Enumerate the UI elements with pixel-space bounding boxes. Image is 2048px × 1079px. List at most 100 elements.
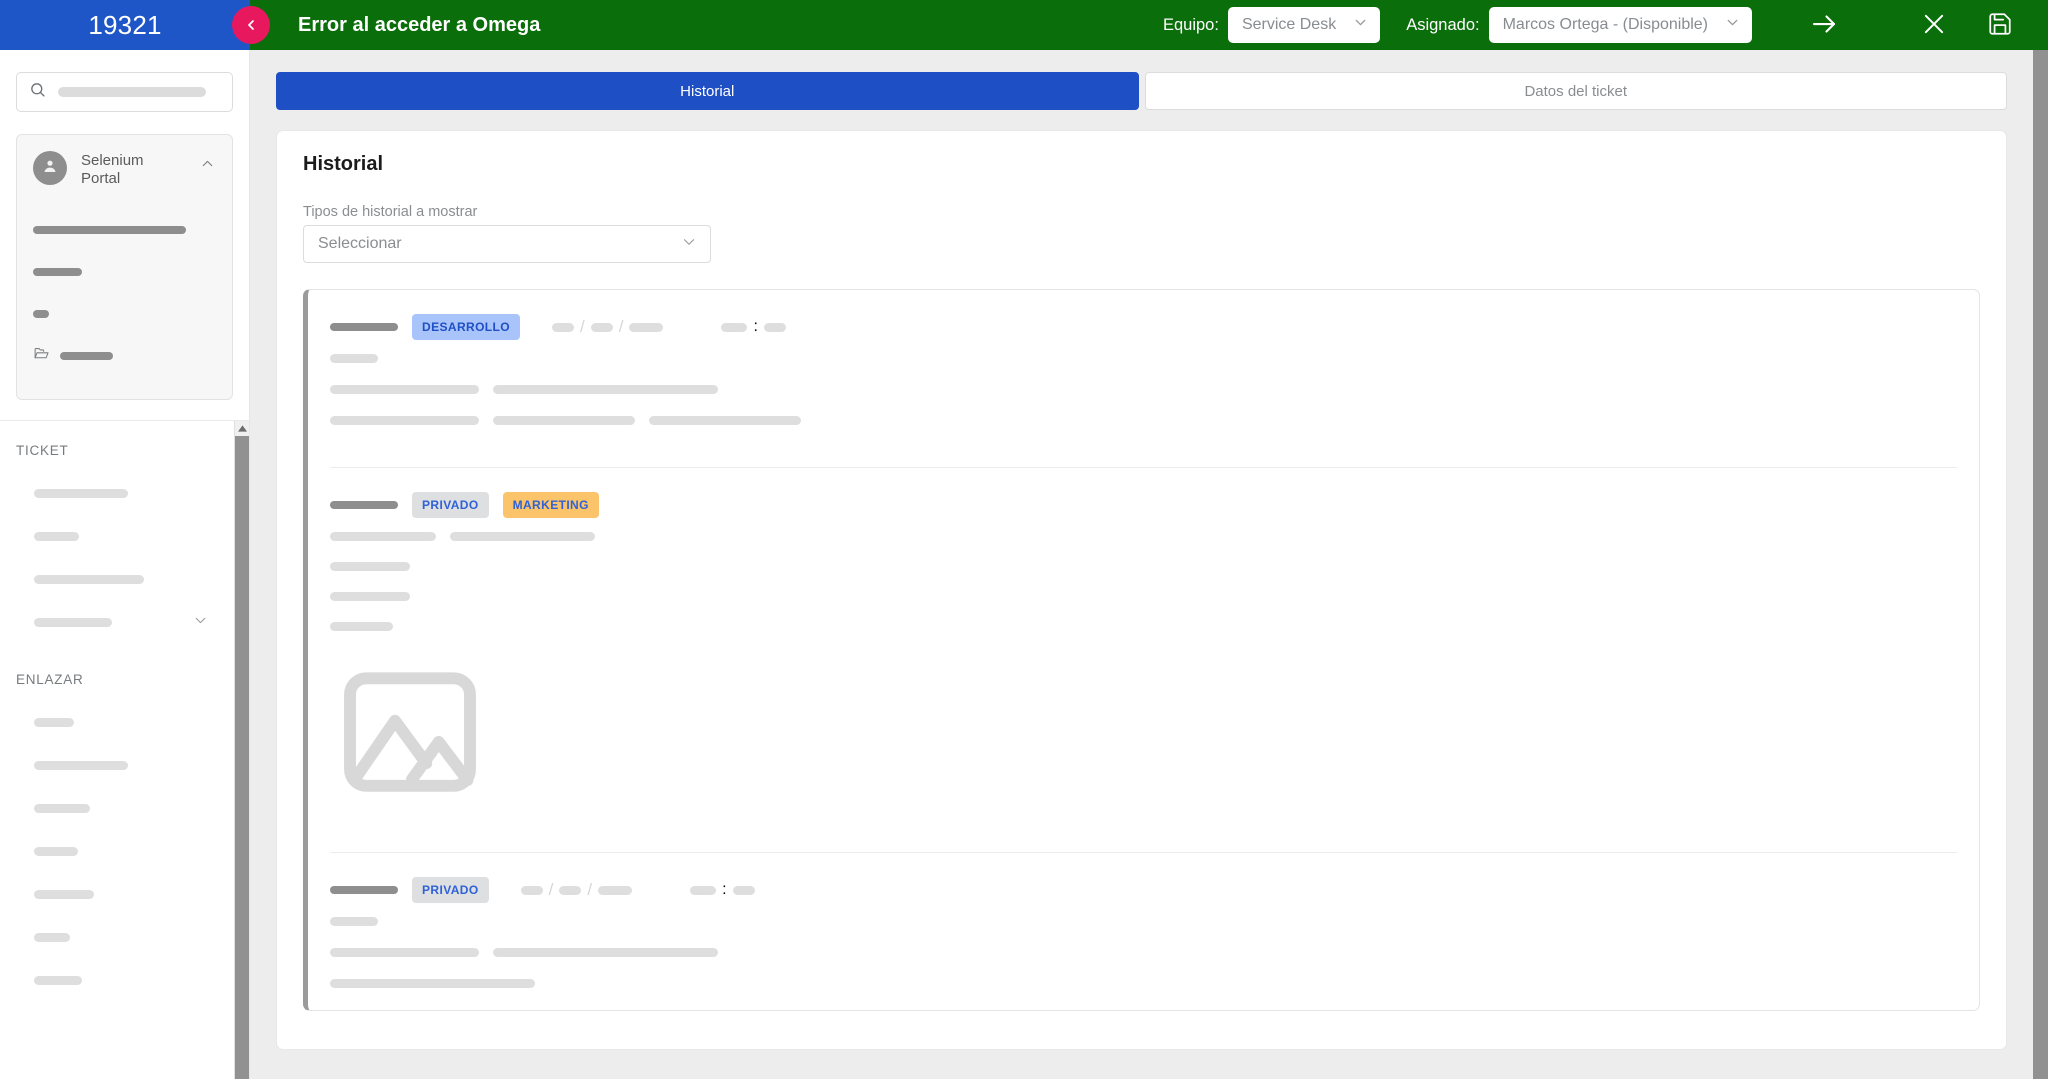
ticket-field-1-skeleton (34, 489, 128, 499)
assigned-label: Asignado: (1406, 15, 1480, 34)
portal-row-3-skeleton (33, 310, 49, 319)
avatar (33, 151, 67, 185)
history-entry-2-body-line-3 (330, 592, 1957, 601)
chevron-down-icon[interactable] (192, 612, 209, 634)
history-entry-1-body-line-1 (330, 385, 1957, 394)
chevron-down-icon (1352, 14, 1369, 36)
chevron-up-icon (199, 160, 216, 175)
portal-row-folder[interactable] (33, 335, 216, 377)
search-placeholder-skeleton (58, 87, 206, 97)
history-entry-1-subline (330, 354, 1957, 363)
close-button[interactable] (1910, 2, 1958, 48)
portal-name: Selenium Portal (81, 152, 144, 187)
history-type-select-value: Seleccionar (318, 235, 402, 252)
assigned-field-group: Asignado: Marcos Ortega - (Disponible) (1406, 7, 1752, 43)
section-title-enlazar: ENLAZAR (16, 672, 84, 688)
enlazar-field-3[interactable] (16, 787, 233, 830)
enlazar-field-2[interactable] (16, 744, 233, 787)
ticket-field-2[interactable] (16, 515, 233, 558)
enlazar-field-3-skeleton (34, 804, 90, 814)
portal-rows (33, 209, 216, 377)
portal-row-1-skeleton (33, 226, 186, 235)
portal-collapse-button[interactable] (199, 151, 216, 175)
tab-bar: Historial Datos del ticket (276, 72, 2007, 110)
status-badge-desarrollo: DESARROLLO (412, 314, 520, 340)
history-entry-1: DESARROLLO / / : (330, 290, 1957, 468)
team-field-group: Equipo: Service Desk (1163, 7, 1381, 43)
chevron-down-icon (1724, 14, 1741, 36)
assigned-select-value: Marcos Ortega - (Disponible) (1502, 16, 1708, 33)
save-button[interactable] (1976, 2, 2024, 48)
left-sidebar: Selenium Portal TICKET ENLAZAR (0, 50, 250, 1079)
ticket-id: 19321 (88, 9, 162, 40)
historial-panel: Historial Tipos de historial a mostrar S… (276, 130, 2007, 1050)
page-title: Error al acceder a Omega (298, 13, 541, 36)
enlazar-field-7[interactable] (16, 959, 233, 1002)
history-entry-3-header: PRIVADO / / : (330, 877, 1957, 903)
ticket-field-4-skeleton (34, 618, 112, 628)
portal-row-3[interactable] (33, 293, 216, 335)
chevron-left-icon (243, 17, 259, 33)
panel-title: Historial (303, 153, 384, 175)
search-input[interactable] (16, 72, 233, 112)
sidebar-scrollbar-thumb[interactable] (235, 436, 249, 1079)
history-entry-1-time-skeleton: : (721, 318, 786, 336)
enlazar-field-6[interactable] (16, 916, 233, 959)
status-badge-privado: PRIVADO (412, 877, 489, 903)
page-scrollbar-thumb[interactable] (2033, 50, 2048, 1079)
portal-row-folder-skeleton (60, 352, 113, 361)
enlazar-field-1[interactable] (16, 701, 233, 744)
portal-row-2[interactable] (33, 251, 216, 293)
assigned-select[interactable]: Marcos Ortega - (Disponible) (1488, 7, 1752, 43)
history-entry-3-body-line-1 (330, 948, 1957, 957)
team-select[interactable]: Service Desk (1227, 7, 1381, 43)
ticket-field-1[interactable] (16, 472, 233, 515)
sidebar-scroll-region: TICKET ENLAZAR (0, 420, 249, 1079)
close-x-icon (1920, 10, 1948, 41)
enlazar-field-1-skeleton (34, 718, 74, 728)
sidebar-scrollbar[interactable] (234, 421, 249, 1079)
chevron-down-icon (680, 233, 698, 256)
history-entry-2-header: PRIVADO MARKETING (330, 492, 1957, 518)
history-entry-2-author-skeleton (330, 501, 398, 509)
enlazar-field-4[interactable] (16, 830, 233, 873)
status-badge-privado: PRIVADO (412, 492, 489, 518)
history-entry-3-subline (330, 917, 1957, 926)
arrow-right-icon (1809, 9, 1839, 42)
user-avatar-icon (40, 156, 60, 181)
section-title-ticket: TICKET (16, 443, 69, 459)
history-entry-1-date-skeleton: / / (552, 317, 664, 337)
team-select-value: Service Desk (1241, 16, 1337, 33)
ticket-field-4[interactable] (16, 601, 233, 644)
forward-arrow-button[interactable] (1800, 2, 1848, 48)
history-entry-3-author-skeleton (330, 886, 398, 894)
enlazar-field-6-skeleton (34, 933, 70, 943)
ticket-field-2-skeleton (34, 532, 79, 542)
history-entry-2-attachment[interactable] (330, 657, 1957, 812)
history-entry-3-date-skeleton: / / (520, 880, 633, 900)
history-entry-1-author-skeleton (330, 323, 398, 331)
tab-datos-del-ticket[interactable]: Datos del ticket (1144, 72, 2007, 110)
history-entry-1-header: DESARROLLO / / : (330, 314, 1957, 340)
history-entry-3-time-skeleton: : (690, 881, 755, 899)
ticket-field-3-skeleton (34, 575, 144, 585)
portal-row-1[interactable] (33, 209, 216, 251)
sidebar-sections: TICKET ENLAZAR (0, 421, 249, 1002)
triangle-up-icon[interactable] (235, 421, 249, 437)
portal-row-2-skeleton (33, 268, 82, 277)
top-header-bar: 19321 Error al acceder a Omega Equipo: S… (0, 0, 2048, 50)
portal-card: Selenium Portal (16, 134, 233, 401)
history-list-card: DESARROLLO / / : PRIVADO MARKETING PRIVA… (303, 289, 1980, 1011)
history-entry-2-body-line-1 (330, 532, 1957, 541)
history-entry-2-body-line-2 (330, 562, 1957, 571)
enlazar-field-5[interactable] (16, 873, 233, 916)
search-icon (29, 81, 46, 103)
back-button[interactable] (232, 6, 270, 44)
ticket-id-panel: 19321 (0, 0, 250, 50)
history-entry-3-body-line-2 (330, 979, 1957, 988)
ticket-field-3[interactable] (16, 558, 233, 601)
history-type-select[interactable]: Seleccionar (303, 225, 711, 263)
tab-historial[interactable]: Historial (276, 72, 1139, 110)
enlazar-field-7-skeleton (34, 976, 82, 986)
enlazar-field-4-skeleton (34, 847, 78, 857)
